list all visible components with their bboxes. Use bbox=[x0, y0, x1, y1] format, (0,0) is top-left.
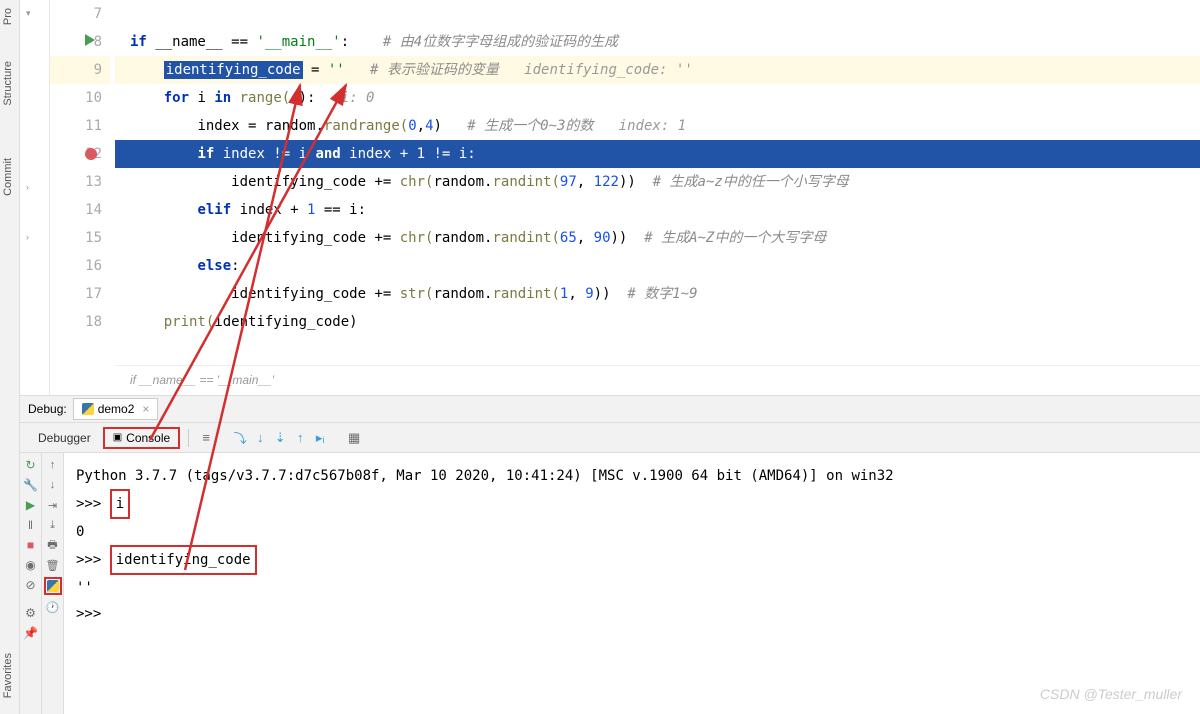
fold-chevron-icon[interactable]: › bbox=[26, 182, 29, 192]
stop-icon[interactable]: ■ bbox=[23, 537, 39, 553]
code-line: print(identifying_code) bbox=[115, 308, 1200, 336]
console-banner: Python 3.7.7 (tags/v3.7.7:d7c567b08f, Ma… bbox=[76, 463, 1188, 489]
run-icon[interactable] bbox=[85, 34, 101, 46]
close-icon[interactable]: × bbox=[142, 402, 149, 416]
sidebar-structure[interactable]: Structure bbox=[0, 55, 16, 112]
code-line: elif index + 1 == i: bbox=[115, 196, 1200, 224]
down-icon[interactable]: ↓ bbox=[45, 477, 61, 493]
code-line: index = random.randrange(0,4) # 生成一个0~3的… bbox=[115, 112, 1200, 140]
breadcrumb[interactable]: if __name__ == '__main__' bbox=[115, 365, 1200, 393]
resume-icon[interactable]: ▶ bbox=[23, 497, 39, 513]
code-line: if __name__ == '__main__': # 由4位数字字母组成的验… bbox=[115, 28, 1200, 56]
code-line-breakpoint: if index != i and index + 1 != i: bbox=[115, 140, 1200, 168]
code-line bbox=[115, 0, 1200, 28]
console-side-toolbar: ↑ ↓ ⇥ ⤓ 🖶 🗑 🕐 bbox=[42, 453, 64, 714]
debug-label: Debug: bbox=[28, 402, 67, 416]
console-output[interactable]: Python 3.7.7 (tags/v3.7.7:d7c567b08f, Ma… bbox=[64, 453, 1200, 714]
console-input-highlight: i bbox=[110, 489, 130, 519]
step-out-icon[interactable]: ↑ bbox=[291, 429, 309, 447]
step-into-icon[interactable]: ↓ bbox=[251, 429, 269, 447]
rerun-icon[interactable]: ↻ bbox=[23, 457, 39, 473]
step-into-my-code-icon[interactable]: ⇣ bbox=[271, 429, 289, 447]
pin-icon[interactable]: 📌 bbox=[23, 625, 39, 641]
run-to-cursor-icon[interactable]: ▸ᵢ bbox=[311, 429, 329, 447]
settings-icon[interactable]: ⚙ bbox=[23, 605, 39, 621]
step-over-icon[interactable]: ⤵ bbox=[231, 429, 249, 447]
fold-chevron-icon[interactable]: › bbox=[26, 232, 29, 242]
evaluate-icon[interactable]: ▦ bbox=[345, 429, 363, 447]
code-line-current: identifying_code = '' # 表示验证码的变量 identif… bbox=[115, 56, 1200, 84]
tab-console[interactable]: ▣Console bbox=[103, 427, 180, 449]
console-input-highlight: identifying_code bbox=[110, 545, 257, 575]
clear-icon[interactable]: 🗑 bbox=[45, 557, 61, 573]
console-output-line: '' bbox=[76, 575, 1188, 601]
watermark: CSDN @Tester_muller bbox=[1040, 686, 1182, 702]
selected-text: identifying_code bbox=[164, 61, 303, 79]
python-console-icon[interactable] bbox=[44, 577, 62, 595]
code-line: for i in range(4): i: 0 bbox=[115, 84, 1200, 112]
console-line: >>> identifying_code bbox=[76, 545, 1188, 575]
soft-wrap-icon[interactable]: ⇥ bbox=[45, 497, 61, 513]
sidebar-favorites[interactable]: Favorites bbox=[0, 647, 16, 704]
console-prompt[interactable]: >>> bbox=[76, 601, 1188, 627]
mute-breakpoints-icon[interactable]: ⊘ bbox=[23, 577, 39, 593]
scroll-end-icon[interactable]: ⤓ bbox=[45, 517, 61, 533]
code-line: identifying_code += chr(random.randint(6… bbox=[115, 224, 1200, 252]
code-line: identifying_code += str(random.randint(1… bbox=[115, 280, 1200, 308]
history-icon[interactable]: 🕐 bbox=[45, 599, 61, 615]
code-line: identifying_code += chr(random.randint(9… bbox=[115, 168, 1200, 196]
code-editor[interactable]: if __name__ == '__main__': # 由4位数字字母组成的验… bbox=[115, 0, 1200, 360]
gutter-icons bbox=[85, 0, 115, 395]
console-line: >>> i bbox=[76, 489, 1188, 519]
sidebar-commit[interactable]: Commit bbox=[0, 152, 16, 202]
view-breakpoints-icon[interactable]: ◉ bbox=[23, 557, 39, 573]
sidebar-project[interactable]: Pro bbox=[0, 2, 16, 31]
pause-icon[interactable]: ‖ bbox=[23, 517, 39, 533]
left-tool-strip: Pro Structure Commit Favorites bbox=[0, 0, 20, 714]
debug-run-tab[interactable]: demo2 × bbox=[73, 398, 159, 420]
fold-strip: ▾ › › bbox=[20, 0, 50, 395]
debug-side-toolbar: ↻ 🔧 ▶ ‖ ■ ◉ ⊘ ⚙ 📌 bbox=[20, 453, 42, 714]
settings-icon[interactable]: ≡ bbox=[197, 429, 215, 447]
modify-icon[interactable]: 🔧 bbox=[23, 477, 39, 493]
breakpoint-icon[interactable] bbox=[85, 148, 97, 160]
up-icon[interactable]: ↑ bbox=[45, 457, 61, 473]
print-icon[interactable]: 🖶 bbox=[45, 537, 61, 553]
console-output-line: 0 bbox=[76, 519, 1188, 545]
chevron-down-icon[interactable]: ▾ bbox=[26, 8, 31, 19]
python-icon bbox=[82, 403, 94, 415]
tab-debugger[interactable]: Debugger bbox=[28, 427, 101, 449]
debug-header: Debug: demo2 × bbox=[20, 395, 1200, 423]
debug-toolbar: Debugger ▣Console ≡ ⤵ ↓ ⇣ ↑ ▸ᵢ ▦ bbox=[20, 423, 1200, 453]
code-line: else: bbox=[115, 252, 1200, 280]
